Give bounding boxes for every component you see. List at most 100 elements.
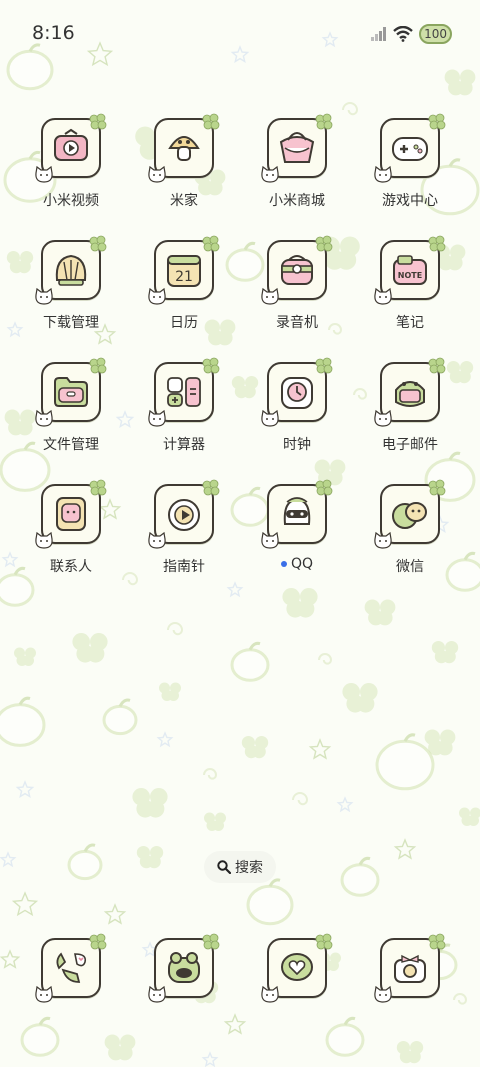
note-label: NOTE — [398, 271, 422, 280]
cat-badge-icon — [261, 531, 279, 549]
app-label: QQ — [290, 556, 314, 572]
app-label: 联系人 — [50, 559, 92, 575]
app-label: 下载管理 — [43, 315, 99, 331]
cat-badge-icon — [374, 287, 392, 305]
dock-app-heart-message[interactable] — [241, 933, 353, 1003]
search-button[interactable]: 搜索 — [204, 851, 276, 883]
cat-badge-icon — [374, 531, 392, 549]
search-label: 搜索 — [235, 860, 263, 876]
tv-icon — [54, 128, 88, 161]
folder-icon — [54, 377, 88, 407]
app-tv[interactable]: 小米视频 — [15, 113, 127, 210]
app-icon-tile — [374, 933, 446, 1003]
app-label-row: 录音机 — [241, 312, 353, 332]
cat-badge-icon — [148, 287, 166, 305]
recorder-icon — [281, 255, 313, 285]
clover-icon — [89, 933, 107, 950]
cat-badge-icon — [261, 985, 279, 1003]
app-icon-tile — [35, 235, 107, 305]
app-mushroom[interactable]: 米家 — [128, 113, 240, 210]
clock-icon — [281, 377, 313, 409]
clover-icon — [315, 235, 333, 252]
search-icon — [217, 860, 231, 874]
app-label: 笔记 — [396, 315, 424, 331]
new-indicator-dot — [280, 561, 287, 567]
calculator-icon — [167, 377, 201, 407]
clover-icon — [315, 933, 333, 950]
app-icon-tile — [148, 113, 220, 183]
app-mail-frog[interactable]: 电子邮件 — [354, 357, 466, 454]
app-label: 时钟 — [283, 437, 311, 453]
app-label-row: 联系人 — [15, 556, 127, 576]
dock-app-camera-bow[interactable] — [354, 933, 466, 1003]
app-icon-tile — [35, 357, 107, 427]
shell-icon — [55, 254, 87, 286]
wechat-icon — [392, 502, 427, 529]
app-label: 游戏中心 — [382, 193, 438, 209]
app-label: 文件管理 — [43, 437, 99, 453]
app-contacts[interactable]: 联系人 — [15, 479, 127, 576]
app-label-row: 米家 — [128, 190, 240, 210]
clover-icon — [202, 479, 220, 496]
app-icon-tile — [35, 933, 107, 1003]
app-icon-tile — [261, 113, 333, 183]
cat-badge-icon — [148, 409, 166, 427]
app-calendar[interactable]: 21 日历 — [128, 235, 240, 332]
app-wechat[interactable]: 微信 — [354, 479, 466, 576]
app-folder[interactable]: 文件管理 — [15, 357, 127, 454]
app-label-row: 笔记 — [354, 312, 466, 332]
app-recorder[interactable]: 录音机 — [241, 235, 353, 332]
cat-badge-icon — [148, 985, 166, 1003]
app-qq-penguin[interactable]: QQ — [241, 479, 353, 572]
app-label-row: 文件管理 — [15, 434, 127, 454]
calendar-day: 21 — [175, 269, 193, 285]
app-label-row: 小米商城 — [241, 190, 353, 210]
heart-message-icon — [281, 953, 313, 981]
clover-icon — [202, 357, 220, 374]
note-icon: NOTE — [393, 255, 427, 285]
app-label: 小米视频 — [43, 193, 99, 209]
camera-bow-icon — [394, 954, 426, 983]
clover-icon — [315, 113, 333, 130]
app-icon-tile — [35, 113, 107, 183]
app-gamepad[interactable]: 游戏中心 — [354, 113, 466, 210]
clover-icon — [202, 933, 220, 950]
bag-icon — [279, 132, 315, 163]
dock-app-frog-browser[interactable] — [128, 933, 240, 1003]
app-shell[interactable]: 下载管理 — [15, 235, 127, 332]
app-label-row: QQ — [241, 556, 353, 572]
app-icon-tile — [261, 235, 333, 305]
cat-badge-icon — [35, 409, 53, 427]
app-icon-tile — [374, 479, 446, 549]
dock-app-phone-leaf[interactable] — [15, 933, 127, 1003]
cat-badge-icon — [35, 985, 53, 1003]
app-label: 微信 — [396, 559, 424, 575]
clover-icon — [428, 357, 446, 374]
app-calculator[interactable]: 计算器 — [128, 357, 240, 454]
app-clock[interactable]: 时钟 — [241, 357, 353, 454]
app-label-row: 小米视频 — [15, 190, 127, 210]
cat-badge-icon — [261, 409, 279, 427]
app-icon-tile — [261, 479, 333, 549]
app-note[interactable]: NOTE 笔记 — [354, 235, 466, 332]
app-label: 录音机 — [276, 315, 318, 331]
clover-icon — [315, 357, 333, 374]
clover-icon — [315, 479, 333, 496]
signal-icon — [371, 27, 387, 41]
app-label-row: 电子邮件 — [354, 434, 466, 454]
phone-leaf-icon — [56, 952, 87, 983]
app-icon-tile: NOTE — [374, 235, 446, 305]
app-compass[interactable]: 指南针 — [128, 479, 240, 576]
battery-indicator: 100 — [419, 24, 452, 44]
gamepad-icon — [392, 137, 428, 161]
app-bag[interactable]: 小米商城 — [241, 113, 353, 210]
cat-badge-icon — [374, 409, 392, 427]
clover-icon — [89, 357, 107, 374]
status-time: 8:16 — [32, 22, 75, 44]
clover-icon — [202, 235, 220, 252]
app-icon-tile — [35, 479, 107, 549]
app-label-row: 微信 — [354, 556, 466, 576]
clover-icon — [89, 235, 107, 252]
app-label: 计算器 — [163, 437, 205, 453]
app-label-row: 计算器 — [128, 434, 240, 454]
